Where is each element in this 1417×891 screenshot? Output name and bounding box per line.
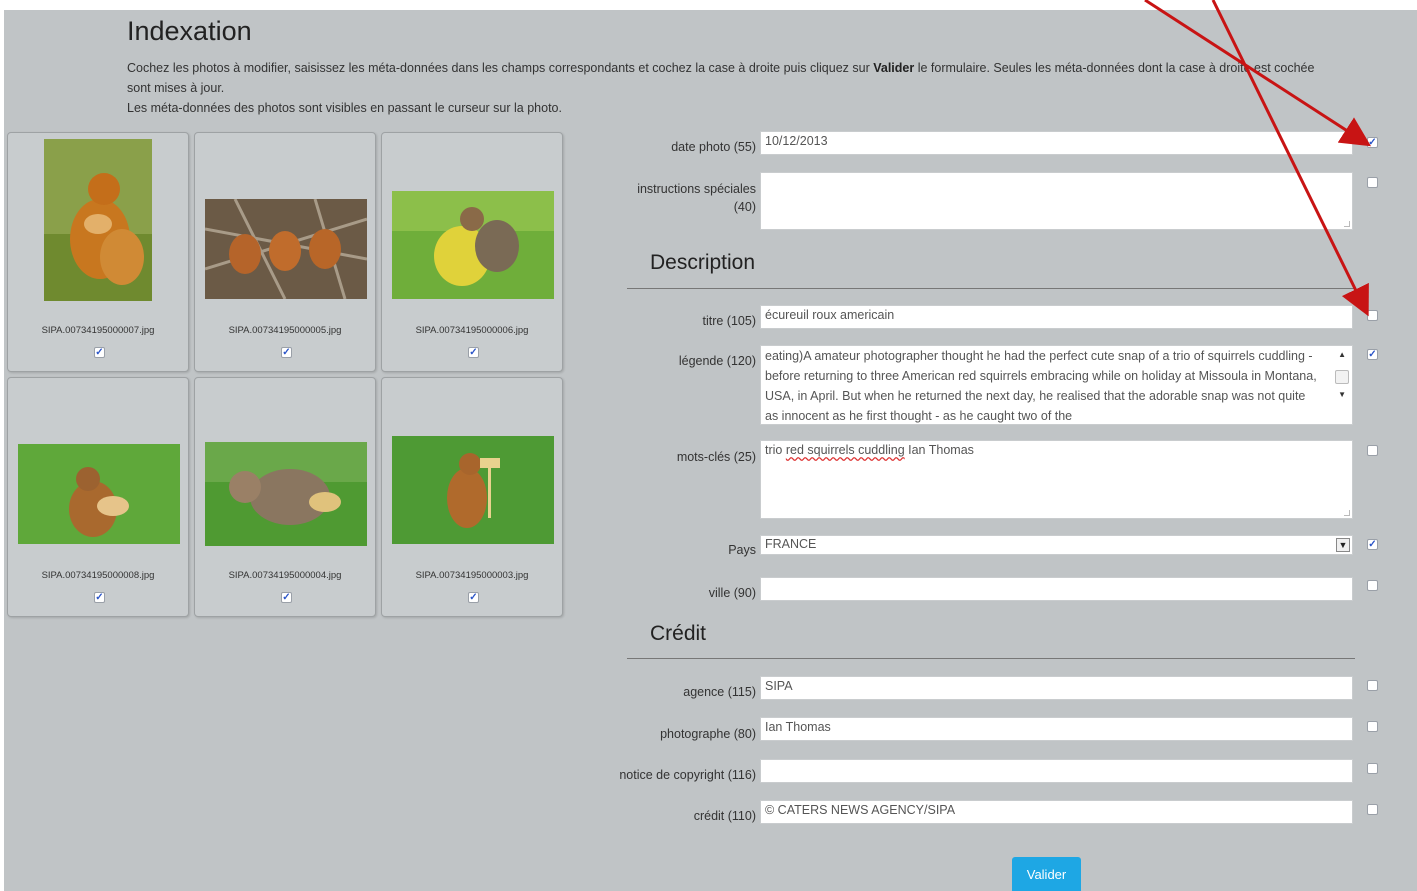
instructions-textarea[interactable] xyxy=(760,172,1353,230)
agence-checkbox[interactable] xyxy=(1367,680,1378,691)
copyright-checkbox[interactable] xyxy=(1367,763,1378,774)
ville-field[interactable] xyxy=(760,577,1353,601)
agence-field[interactable]: SIPA xyxy=(760,676,1353,700)
photographe-field[interactable]: Ian Thomas xyxy=(760,717,1353,741)
squirrel-photo[interactable] xyxy=(205,442,367,546)
mots-cles-checkbox[interactable] xyxy=(1367,445,1378,456)
intro-part1: Cochez les photos à modifier, saisissez … xyxy=(127,61,874,75)
ville-checkbox[interactable] xyxy=(1367,580,1378,591)
page-title: Indexation xyxy=(127,16,252,46)
squirrel-photo[interactable] xyxy=(18,444,180,544)
keywords-text: trio xyxy=(765,443,786,457)
titre-checkbox[interactable] xyxy=(1367,310,1378,321)
date-photo-checkbox[interactable]: ✓ xyxy=(1367,137,1378,148)
label-mots-cles: mots-clés (25) xyxy=(676,450,756,464)
keywords-text-2: Ian Thomas xyxy=(904,443,974,457)
label-agence: agence (115) xyxy=(683,685,756,699)
scroll-up-icon[interactable]: ▲ xyxy=(1338,350,1346,359)
instructions-checkbox[interactable] xyxy=(1367,177,1378,188)
date-photo-field[interactable]: 10/12/2013 xyxy=(760,131,1353,155)
photo-filename: SIPA.00734195000005.jpg xyxy=(228,325,342,336)
label-photographe: photographe (80) xyxy=(660,727,756,741)
squirrel-photo[interactable] xyxy=(44,139,152,301)
photo-card[interactable]: SIPA.00734195000004.jpg ✓ xyxy=(194,377,376,617)
legende-textarea[interactable]: eating)A amateur photographer thought he… xyxy=(760,345,1353,425)
photo-card[interactable]: SIPA.00734195000008.jpg ✓ xyxy=(7,377,189,617)
mots-cles-textarea[interactable]: trio red squirrels cuddling Ian Thomas xyxy=(760,440,1353,519)
titre-field[interactable]: écureuil roux americain xyxy=(760,305,1353,329)
label-instructions: instructions spéciales (40) xyxy=(637,182,756,214)
pays-select[interactable]: FRANCE ▼ xyxy=(760,535,1353,555)
photo-checkbox[interactable]: ✓ xyxy=(94,347,105,358)
label-date-photo: date photo (55) xyxy=(671,140,756,154)
scroll-thumb[interactable] xyxy=(1335,370,1349,384)
keywords-misspelled: red squirrels cuddling xyxy=(785,443,905,457)
photo-card[interactable]: SIPA.00734195000007.jpg ✓ xyxy=(7,132,189,372)
legende-text: eating)A amateur photographer thought he… xyxy=(765,349,1317,423)
photo-checkbox[interactable]: ✓ xyxy=(281,592,292,603)
legende-checkbox[interactable]: ✓ xyxy=(1367,349,1378,360)
photo-filename: SIPA.00734195000003.jpg xyxy=(415,570,529,581)
photo-filename: SIPA.00734195000004.jpg xyxy=(228,570,342,581)
photo-checkbox[interactable]: ✓ xyxy=(281,347,292,358)
label-titre: titre (105) xyxy=(702,314,757,328)
label-ville: ville (90) xyxy=(708,586,756,600)
legende-scrollbar[interactable]: ▲ ▼ xyxy=(1330,346,1352,424)
credit-field[interactable]: © CATERS NEWS AGENCY/SIPA xyxy=(760,800,1353,824)
photo-checkbox[interactable]: ✓ xyxy=(94,592,105,603)
intro-line2: Les méta-données des photos sont visible… xyxy=(127,101,562,115)
intro-bold: Valider xyxy=(873,61,915,75)
photo-checkbox[interactable]: ✓ xyxy=(468,347,479,358)
squirrel-photo[interactable] xyxy=(392,436,554,544)
chevron-down-icon[interactable]: ▼ xyxy=(1336,538,1350,552)
credit-checkbox[interactable] xyxy=(1367,804,1378,815)
squirrel-photo[interactable] xyxy=(392,191,554,299)
pays-checkbox[interactable]: ✓ xyxy=(1367,539,1378,550)
photo-card[interactable]: SIPA.00734195000006.jpg ✓ xyxy=(381,132,563,372)
divider xyxy=(627,288,1355,289)
valider-button[interactable]: Valider xyxy=(1012,857,1081,891)
label-credit: crédit (110) xyxy=(693,809,756,823)
photo-card[interactable]: SIPA.00734195000003.jpg ✓ xyxy=(381,377,563,617)
photo-filename: SIPA.00734195000008.jpg xyxy=(41,570,155,581)
divider xyxy=(627,658,1355,659)
label-pays: Pays xyxy=(728,543,756,557)
instructions-text: Cochez les photos à modifier, saisissez … xyxy=(127,58,1337,118)
photo-checkbox[interactable]: ✓ xyxy=(468,592,479,603)
photo-card[interactable]: SIPA.00734195000005.jpg ✓ xyxy=(194,132,376,372)
label-copyright: notice de copyright (116) xyxy=(619,768,756,782)
pays-value: FRANCE xyxy=(765,537,817,551)
scroll-down-icon[interactable]: ▼ xyxy=(1338,390,1346,399)
photo-filename: SIPA.00734195000006.jpg xyxy=(415,325,529,336)
section-description: Description xyxy=(650,251,756,274)
photo-filename: SIPA.00734195000007.jpg xyxy=(41,325,155,336)
label-legende: légende (120) xyxy=(678,354,756,368)
photographe-checkbox[interactable] xyxy=(1367,721,1378,732)
section-credit: Crédit xyxy=(650,622,707,645)
squirrel-photo[interactable] xyxy=(205,199,367,299)
copyright-field[interactable] xyxy=(760,759,1353,783)
